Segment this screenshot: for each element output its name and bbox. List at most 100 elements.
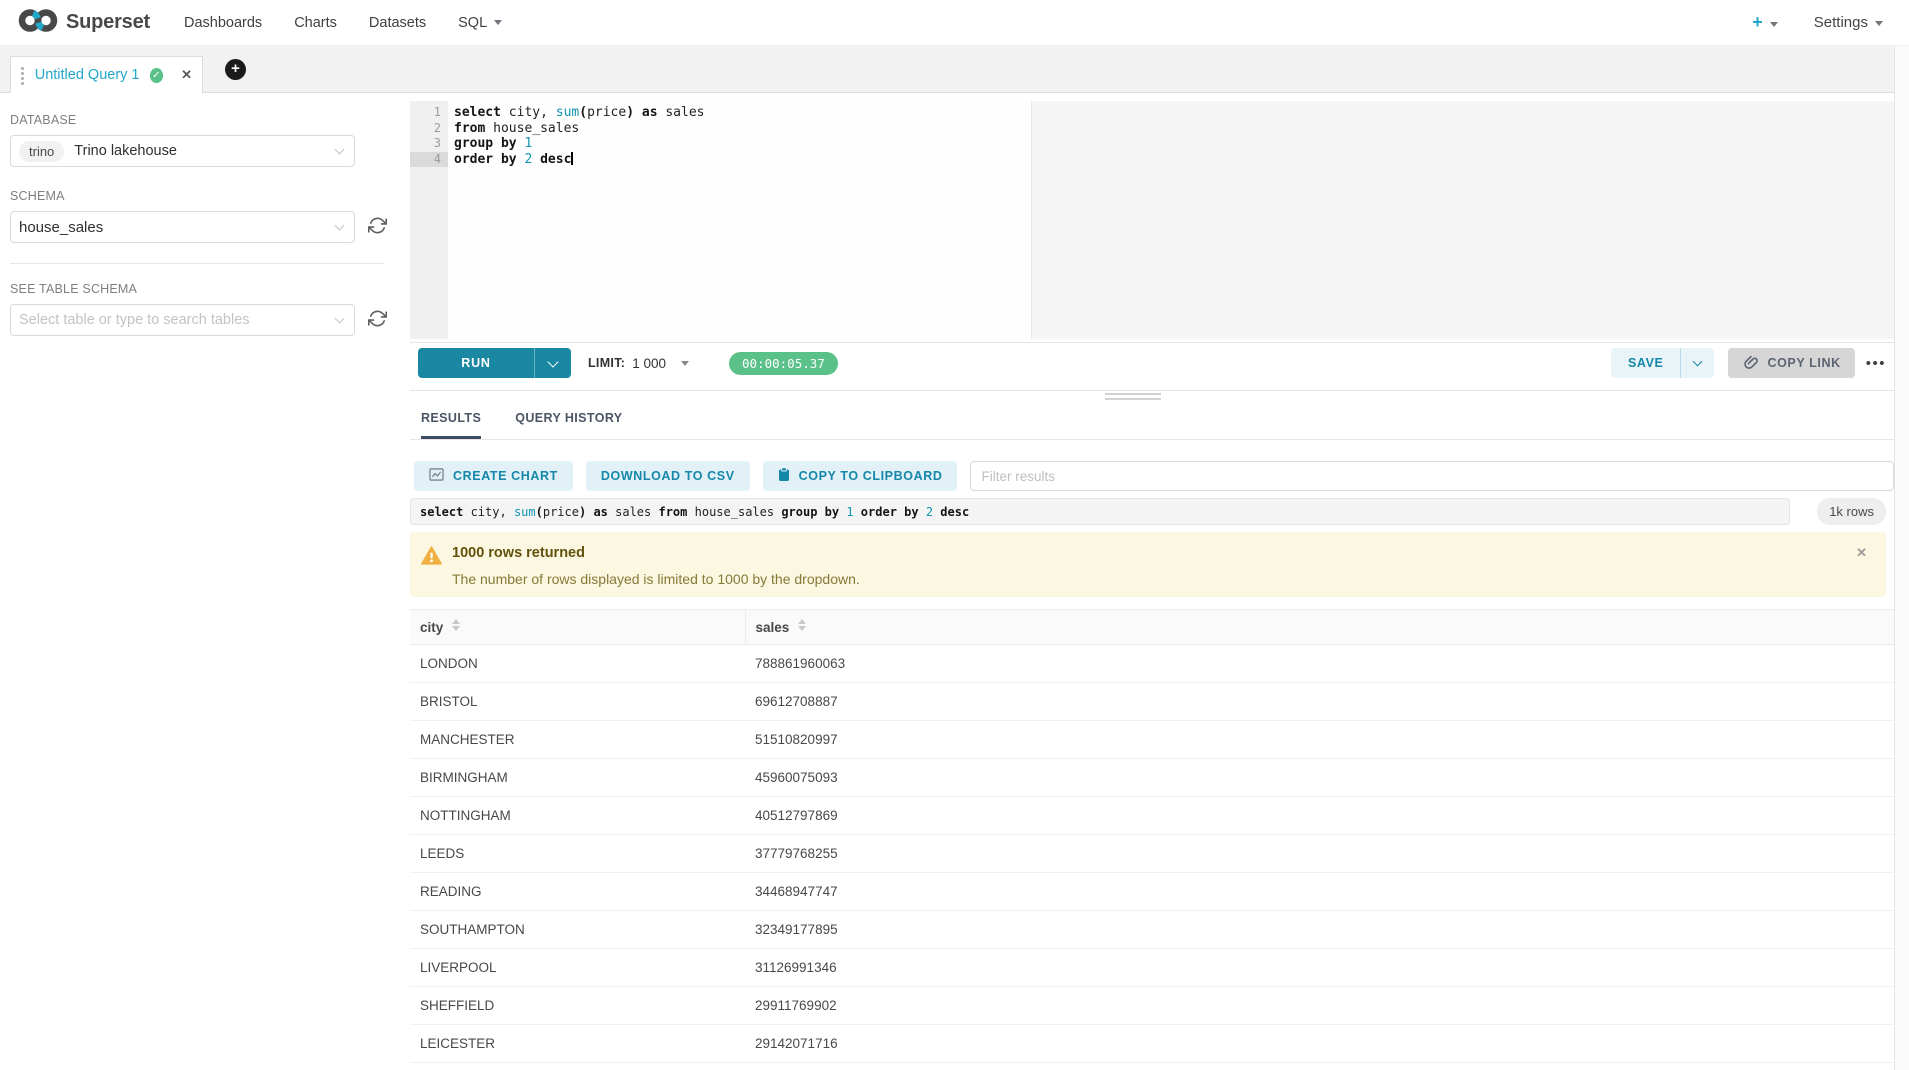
create-chart-label: CREATE CHART <box>453 469 558 483</box>
table-select-placeholder: Select table or type to search tables <box>19 312 250 328</box>
nav-sql-menu[interactable]: SQL <box>458 15 502 31</box>
text-cursor <box>571 152 573 165</box>
superset-logo[interactable]: Superset <box>18 6 150 40</box>
link-icon <box>1742 354 1758 373</box>
nav-datasets[interactable]: Datasets <box>369 15 426 31</box>
settings-menu[interactable]: Settings <box>1814 14 1883 31</box>
refresh-icon <box>368 216 387 238</box>
close-icon[interactable]: ✕ <box>1856 545 1867 561</box>
sqllab-sidebar: DATABASE trino Trino lakehouse SCHEMA ho… <box>0 93 410 1070</box>
top-nav: Superset Dashboards Charts Datasets SQL … <box>0 0 1909 46</box>
settings-label: Settings <box>1814 14 1868 31</box>
main-nav: Dashboards Charts Datasets SQL <box>184 15 502 31</box>
database-label: DATABASE <box>10 113 392 127</box>
nav-dashboards[interactable]: Dashboards <box>184 15 262 31</box>
copy-clipboard-button[interactable]: COPY TO CLIPBOARD <box>763 461 958 491</box>
results-actions: CREATE CHART DOWNLOAD TO CSV COPY TO CLI… <box>410 460 1894 492</box>
nav-sql-label: SQL <box>458 15 487 31</box>
close-icon[interactable]: ✕ <box>181 67 192 83</box>
toolbar-right: SAVE COPY LINK ••• <box>1611 348 1894 378</box>
table-row: LEEDS37779768255 <box>410 835 1894 873</box>
schema-value: house_sales <box>19 219 103 236</box>
table-row: MANCHESTER51510820997 <box>410 721 1894 759</box>
sqllab-workspace: 1234 select city, sum(price) as salesfro… <box>410 93 1894 1070</box>
database-engine-badge: trino <box>19 141 64 162</box>
refresh-icon <box>368 309 387 331</box>
add-tab-button[interactable]: + <box>225 59 246 80</box>
save-button[interactable]: SAVE <box>1611 348 1681 378</box>
table-row: SOUTHAMPTON32349177895 <box>410 911 1894 949</box>
refresh-schemas-button[interactable] <box>368 216 387 238</box>
editor-gutter: 1234 <box>410 101 448 339</box>
save-button-group: SAVE <box>1611 348 1715 378</box>
table-header-row: citysales <box>410 610 1894 645</box>
column-header-city[interactable]: city <box>410 610 745 645</box>
table-row: NOTTINGHAM40512797869 <box>410 797 1894 835</box>
schema-label: SCHEMA <box>10 189 392 203</box>
chevron-down-icon <box>335 221 345 231</box>
limit-label: LIMIT: <box>588 356 625 370</box>
editor-toolbar: RUN LIMIT: 1 000 00:00:05.37 SAVE COPY L… <box>410 342 1894 383</box>
chevron-down-icon <box>547 356 558 367</box>
table-row: LIVERPOOL31126991346 <box>410 949 1894 987</box>
limit-dropdown[interactable]: LIMIT: 1 000 <box>588 356 689 371</box>
alert-title: 1000 rows returned <box>452 545 585 561</box>
save-options-button[interactable] <box>1680 348 1714 378</box>
chart-icon <box>429 468 444 484</box>
scrollbar-track[interactable] <box>1894 46 1909 1070</box>
caret-down-icon <box>1770 22 1778 27</box>
see-table-schema-label: SEE TABLE SCHEMA <box>10 282 392 296</box>
new-item-menu[interactable]: + <box>1752 12 1778 33</box>
rows-limit-alert: 1000 rows returned The number of rows di… <box>410 532 1886 597</box>
create-chart-button[interactable]: CREATE CHART <box>414 461 573 491</box>
tab-untitled-query[interactable]: Untitled Query 1 ✓ ✕ <box>10 56 203 93</box>
filter-results-input[interactable] <box>970 461 1894 491</box>
warning-icon <box>421 546 442 570</box>
superset-logo-icon <box>18 6 58 40</box>
chevron-down-icon <box>335 145 345 155</box>
sort-icon[interactable] <box>452 619 460 631</box>
rows-count-badge: 1k rows <box>1817 498 1886 525</box>
drag-handle-icon[interactable] <box>21 66 24 84</box>
table-row: SHEFFIELD29911769902 <box>410 987 1894 1025</box>
table-row: LONDON788861960063 <box>410 645 1894 683</box>
database-select[interactable]: trino Trino lakehouse <box>10 135 355 167</box>
chevron-down-icon <box>335 314 345 324</box>
brand-name: Superset <box>66 11 150 34</box>
limit-value: 1 000 <box>632 356 666 371</box>
caret-down-icon <box>681 361 689 366</box>
table-row: BIRMINGHAM45960075093 <box>410 759 1894 797</box>
run-button[interactable]: RUN <box>418 348 534 378</box>
query-preview-bar: select city, sum(price) as sales from ho… <box>410 498 1790 525</box>
query-preview-code: select city, sum(price) as sales from ho… <box>420 505 969 519</box>
copy-link-label: COPY LINK <box>1767 356 1840 370</box>
refresh-tables-button[interactable] <box>368 309 387 331</box>
caret-down-icon <box>1875 21 1883 26</box>
download-csv-button[interactable]: DOWNLOAD TO CSV <box>586 461 750 491</box>
chevron-down-icon <box>1693 357 1703 367</box>
check-circle-icon: ✓ <box>150 68 164 83</box>
download-csv-label: DOWNLOAD TO CSV <box>601 469 735 483</box>
tab-results[interactable]: RESULTS <box>421 411 481 439</box>
query-tab-bar: Untitled Query 1 ✓ ✕ + <box>0 46 1909 93</box>
copy-link-button[interactable]: COPY LINK <box>1728 348 1854 378</box>
alert-message: The number of rows displayed is limited … <box>452 571 860 587</box>
schema-select[interactable]: house_sales <box>10 211 355 243</box>
column-header-sales[interactable]: sales <box>745 610 1894 645</box>
run-button-group: RUN <box>418 348 571 378</box>
nav-charts[interactable]: Charts <box>294 15 337 31</box>
more-options-button[interactable]: ••• <box>1866 355 1886 372</box>
run-options-button[interactable] <box>534 348 571 378</box>
tab-label: Untitled Query 1 <box>35 67 140 83</box>
database-value: Trino lakehouse <box>74 143 177 159</box>
table-row: LEICESTER29142071716 <box>410 1025 1894 1063</box>
sidebar-divider <box>10 263 384 264</box>
sort-icon[interactable] <box>798 619 806 631</box>
copy-clipboard-label: COPY TO CLIPBOARD <box>799 469 943 483</box>
editor-code[interactable]: select city, sum(price) as salesfrom hou… <box>448 101 1894 339</box>
tab-query-history[interactable]: QUERY HISTORY <box>515 411 622 439</box>
clipboard-icon <box>778 467 790 485</box>
results-table: citysales LONDON788861960063BRISTOL69612… <box>410 609 1894 1063</box>
table-select[interactable]: Select table or type to search tables <box>10 304 355 336</box>
sql-editor[interactable]: 1234 select city, sum(price) as salesfro… <box>410 101 1894 339</box>
